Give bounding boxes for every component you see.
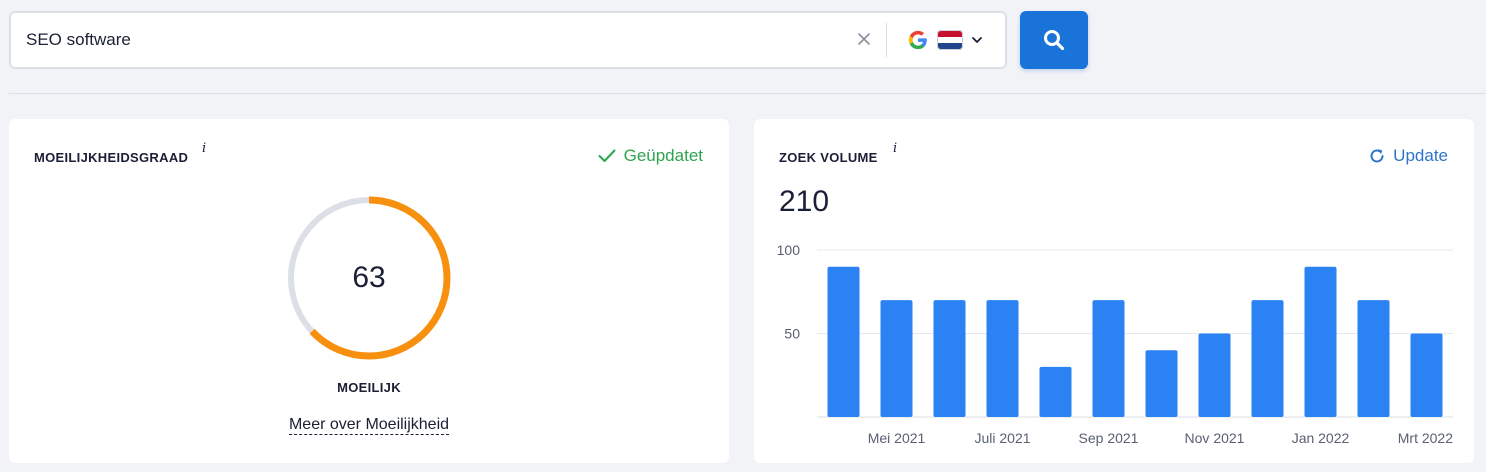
refresh-icon [1370, 149, 1384, 163]
x-tick-label: Jan 2022 [1292, 430, 1350, 446]
volume-bar[interactable] [933, 300, 966, 417]
search-volume-chart: 100 50 Mei 2021 Juli 2021 Sep 2021 Nov 2021 Ja… [777, 242, 1454, 446]
google-icon [908, 30, 927, 50]
volume-bar[interactable] [1304, 266, 1337, 417]
volume-bar[interactable] [1357, 300, 1390, 417]
search-button[interactable] [1020, 11, 1088, 69]
search-icon [1044, 30, 1065, 51]
x-tick-label: Juli 2021 [974, 430, 1030, 446]
x-tick-label: Mei 2021 [868, 430, 926, 446]
difficulty-card: MOEILIJKHEIDSGRAAD i Geüpdatet 63 MOEILI… [9, 119, 729, 463]
clear-search-button[interactable] [853, 28, 875, 50]
difficulty-gauge: 63 [286, 195, 452, 361]
search-bar [9, 11, 1007, 69]
difficulty-status-label: Geüpdatet [623, 146, 703, 165]
netherlands-flag-icon [937, 30, 963, 50]
volume-bar[interactable] [1251, 300, 1284, 417]
header-divider [9, 93, 1486, 94]
close-icon [858, 33, 870, 45]
volume-bar[interactable] [1198, 333, 1231, 418]
y-tick-label: 50 [784, 326, 800, 342]
volume-bar[interactable] [1410, 333, 1443, 418]
difficulty-title: MOEILIJKHEIDSGRAAD [34, 150, 189, 165]
volume-bar[interactable] [1092, 300, 1125, 417]
search-volume-title: ZOEK VOLUME [779, 150, 878, 165]
difficulty-status: Geüpdatet [598, 146, 703, 166]
search-volume-card: ZOEK VOLUME i Update 210 100 50 Mei 2021 Ju… [754, 119, 1474, 463]
x-tick-label: Sep 2021 [1079, 430, 1139, 446]
difficulty-score: 63 [352, 261, 386, 294]
volume-bar[interactable] [827, 266, 860, 417]
x-tick-label: Nov 2021 [1185, 430, 1245, 446]
search-input[interactable] [26, 13, 846, 67]
update-label: Update [1393, 146, 1448, 165]
volume-bar[interactable] [986, 300, 1019, 417]
update-button[interactable]: Update [1369, 146, 1448, 166]
x-tick-label: Mrt 2022 [1398, 430, 1453, 446]
search-volume-value: 210 [779, 185, 830, 218]
volume-bar[interactable] [1039, 366, 1072, 417]
checkmark-icon [598, 149, 616, 162]
difficulty-level-label: MOEILIJK [337, 380, 401, 395]
search-engine-select[interactable] [903, 22, 995, 58]
search-divider [886, 23, 887, 57]
more-about-difficulty-link[interactable]: Meer over Moeilijkheid [288, 416, 450, 435]
difficulty-info-icon[interactable]: i [202, 141, 206, 156]
search-volume-info-icon[interactable]: i [893, 141, 897, 156]
volume-bar[interactable] [880, 300, 913, 417]
y-tick-label: 100 [777, 242, 801, 258]
chevron-down-icon [972, 37, 982, 43]
volume-bar[interactable] [1145, 350, 1178, 417]
